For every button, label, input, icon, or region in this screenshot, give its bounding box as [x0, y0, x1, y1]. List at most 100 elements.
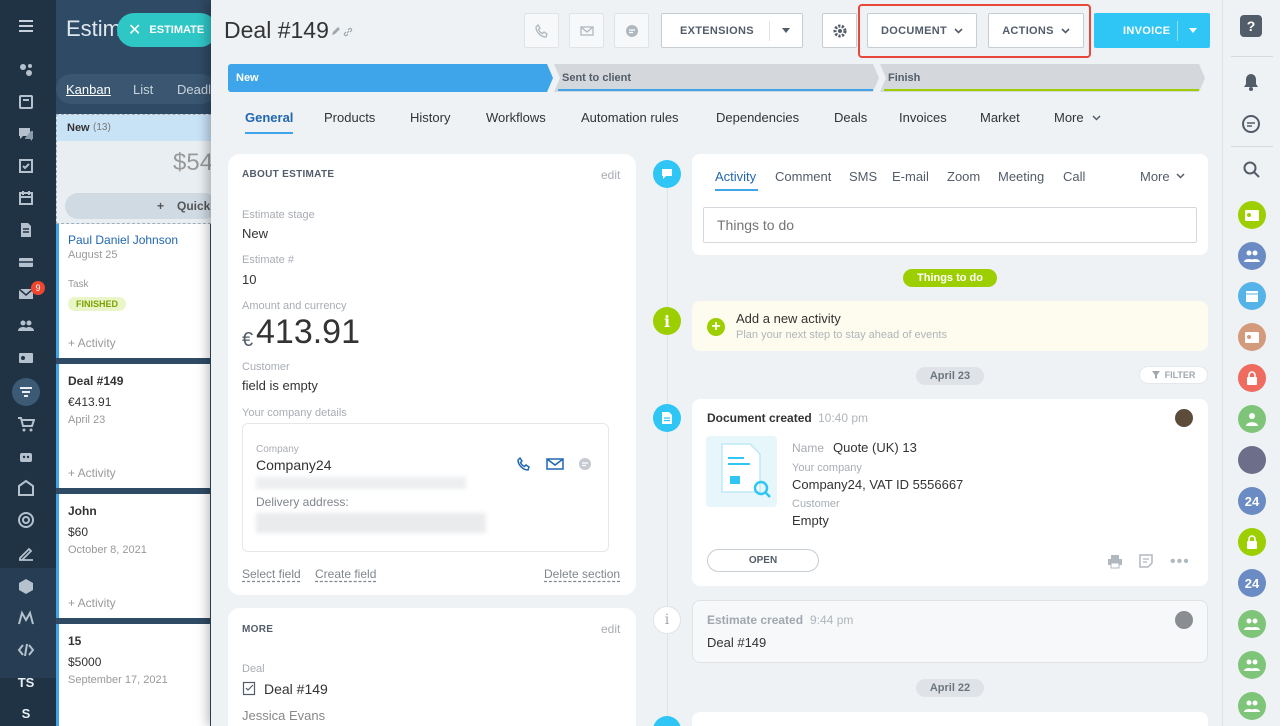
chat-bubble-icon[interactable]: [577, 456, 593, 472]
close-estimate-button[interactable]: ✕ ESTIMATE: [117, 13, 217, 47]
stage-sent-to-client[interactable]: Sent to client: [554, 64, 881, 92]
bell-icon[interactable]: [1242, 72, 1260, 92]
select-field-link[interactable]: Select field: [242, 567, 301, 581]
market-icon[interactable]: [16, 608, 36, 628]
zoom-tab[interactable]: Zoom: [947, 169, 980, 184]
tab-workflows[interactable]: Workflows: [486, 110, 546, 125]
event-value[interactable]: Deal #149: [707, 635, 766, 650]
tab-automation-rules[interactable]: Automation rules: [581, 110, 679, 125]
tab-market[interactable]: Market: [980, 110, 1020, 125]
email-button[interactable]: [569, 13, 604, 48]
card-name[interactable]: John: [68, 504, 97, 518]
tab-history[interactable]: History: [410, 110, 450, 125]
feed-icon[interactable]: [16, 60, 36, 80]
crm-active-icon[interactable]: [12, 378, 40, 406]
tasks-icon[interactable]: [16, 92, 36, 112]
customer-value[interactable]: field is empty: [242, 378, 318, 393]
deal-value[interactable]: Deal #149: [264, 681, 328, 697]
kanban-tab-list[interactable]: List: [133, 82, 153, 97]
add-activity-title[interactable]: Add a new activity: [736, 311, 841, 326]
amount-value[interactable]: 413.91: [256, 313, 360, 352]
contact-card-avatar[interactable]: [1238, 323, 1266, 351]
caret-down-icon[interactable]: [782, 28, 790, 33]
calendar-avatar[interactable]: [1238, 282, 1266, 310]
settings-button[interactable]: [822, 13, 857, 48]
open-button[interactable]: OPEN: [707, 549, 819, 572]
box-icon[interactable]: [16, 576, 36, 596]
estimate-number-value[interactable]: 10: [242, 272, 256, 287]
stage-new[interactable]: New: [228, 64, 555, 92]
group-avatar[interactable]: [1238, 692, 1266, 720]
kanban-tab-kanban[interactable]: Kanban: [66, 82, 111, 97]
edit-link[interactable]: edit: [601, 622, 620, 636]
kanban-tab-deadline[interactable]: Deadl: [177, 82, 211, 97]
cart-icon[interactable]: [16, 414, 36, 434]
delete-section-link[interactable]: Delete section: [544, 567, 620, 581]
tab-invoices[interactable]: Invoices: [899, 110, 947, 125]
plus-icon[interactable]: +: [707, 318, 725, 336]
extensions-button[interactable]: EXTENSIONS: [661, 13, 803, 48]
document-name[interactable]: Quote (UK) 13: [833, 440, 917, 455]
search-icon[interactable]: [1243, 161, 1260, 178]
envelope-icon[interactable]: [546, 457, 564, 471]
kanban-card[interactable]: Deal #149 €413.91 April 23 + Activity: [56, 364, 210, 488]
quote-document-icon[interactable]: [706, 436, 777, 507]
edit-link[interactable]: edit: [601, 168, 620, 182]
tab-general[interactable]: General: [245, 110, 293, 125]
kanban-card[interactable]: Paul Daniel Johnson August 25 Task FINIS…: [56, 224, 210, 358]
email-tab[interactable]: E-mail: [892, 169, 929, 184]
bitrix-avatar[interactable]: 24: [1238, 487, 1266, 515]
caret-down-icon[interactable]: [1189, 28, 1197, 33]
user-avatar[interactable]: [1175, 611, 1193, 629]
group-avatar[interactable]: [1238, 651, 1266, 679]
tab-products[interactable]: Products: [324, 110, 375, 125]
sign-icon[interactable]: [16, 542, 36, 562]
code-icon[interactable]: [16, 640, 36, 660]
contact-value[interactable]: Jessica Evans: [242, 708, 325, 723]
help-button[interactable]: ?: [1240, 15, 1262, 37]
contact-card-avatar[interactable]: [1238, 201, 1266, 229]
bitrix-avatar[interactable]: 24: [1238, 569, 1266, 597]
user-avatar[interactable]: [1238, 405, 1266, 433]
sidebar-label-s[interactable]: S: [0, 706, 52, 721]
add-activity-card[interactable]: + Add a new activity Plan your next step…: [692, 301, 1208, 351]
tab-dependencies[interactable]: Dependencies: [716, 110, 799, 125]
chat-search-icon[interactable]: [1241, 114, 1261, 134]
company-value[interactable]: Company24: [256, 457, 332, 473]
photo-avatar[interactable]: [1238, 446, 1266, 474]
robot-icon[interactable]: [16, 446, 36, 466]
document-button[interactable]: DOCUMENT: [867, 13, 977, 48]
contact-card-icon[interactable]: [16, 348, 36, 368]
calendar-icon[interactable]: [16, 188, 36, 208]
call-tab[interactable]: Call: [1063, 169, 1085, 184]
note-icon[interactable]: [1139, 554, 1153, 568]
chat-icon[interactable]: [16, 124, 36, 144]
estimate-stage-value[interactable]: New: [242, 226, 268, 241]
kanban-card[interactable]: John $60 October 8, 2021 + Activity: [56, 494, 210, 618]
lock-avatar[interactable]: [1238, 364, 1266, 392]
card-name[interactable]: Paul Daniel Johnson: [68, 233, 178, 247]
checkbox-icon[interactable]: [16, 156, 36, 176]
invoice-button[interactable]: INVOICE: [1094, 13, 1210, 48]
card-add-activity[interactable]: + Activity: [68, 466, 116, 480]
document-icon[interactable]: [16, 220, 36, 240]
menu-icon[interactable]: [16, 16, 36, 36]
user-avatar[interactable]: [1175, 409, 1193, 427]
activity-tab[interactable]: Activity: [715, 169, 756, 184]
group-chat-avatar[interactable]: [1238, 242, 1266, 270]
chat-button[interactable]: [614, 13, 649, 48]
card-name[interactable]: Deal #149: [68, 374, 123, 388]
kanban-card[interactable]: 15 $5000 September 17, 2021: [56, 624, 210, 726]
quick-add-button[interactable]: + Quick: [65, 193, 217, 219]
card-add-activity[interactable]: + Activity: [68, 336, 116, 350]
phone-icon[interactable]: [516, 456, 532, 472]
store-icon[interactable]: [16, 478, 36, 498]
card-name[interactable]: 15: [68, 634, 81, 648]
lock-avatar[interactable]: [1238, 528, 1266, 556]
contacts-icon[interactable]: [16, 316, 36, 336]
comment-tab[interactable]: Comment: [775, 169, 831, 184]
tab-more[interactable]: More: [1054, 110, 1084, 125]
card-add-activity[interactable]: + Activity: [68, 596, 116, 610]
drive-icon[interactable]: [16, 252, 36, 272]
pencil-icon[interactable]: [331, 26, 341, 36]
